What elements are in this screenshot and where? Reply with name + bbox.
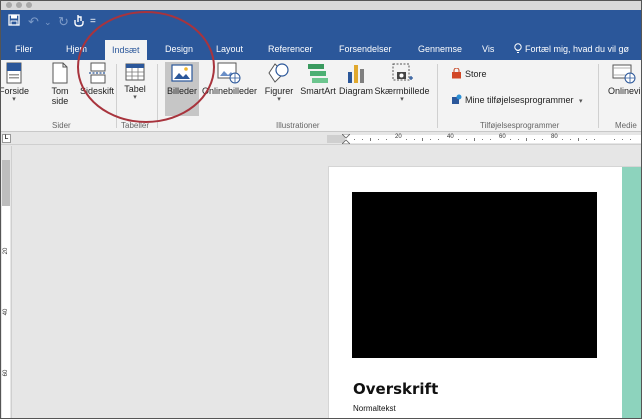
page-break-button[interactable]: Sideskift (80, 62, 114, 116)
screenshot-button[interactable]: Skærmbillede ▾ (373, 62, 431, 116)
online-video-button[interactable]: Onlinevi (608, 62, 642, 116)
customize-quick-access-icon[interactable]: = (90, 14, 96, 30)
chevron-down-icon: ▾ (579, 98, 583, 105)
pictures-label: Billeder (166, 86, 197, 96)
blank-page-button[interactable]: Tom side (48, 62, 72, 116)
picture-icon (171, 64, 193, 82)
tab-gennemse[interactable]: Gennemse (418, 38, 462, 60)
online-pictures-button[interactable]: Onlinebilleder (202, 62, 258, 116)
indent-marker-icon[interactable] (342, 134, 350, 144)
group-label-tables: Tabeller (121, 121, 150, 130)
page-body-text[interactable]: Normaltekst (353, 404, 396, 413)
document-page[interactable]: Overskrift Normaltekst (328, 166, 642, 419)
online-video-icon (612, 64, 636, 84)
ruler-number: 80 (551, 134, 558, 140)
table-label: Tabel (124, 84, 146, 94)
shapes-button[interactable]: Figurer ▾ (261, 62, 297, 116)
table-icon (125, 63, 145, 81)
blank-page-icon (52, 62, 68, 84)
tab-vis[interactable]: Vis (482, 38, 494, 60)
page-break-icon (89, 62, 106, 84)
minimize-window-icon[interactable] (16, 2, 22, 8)
ruler-number: 60 (3, 369, 9, 377)
group-separator (437, 64, 438, 128)
online-video-label: Onlinevi (608, 86, 641, 96)
tab-stop-selector[interactable]: L (2, 134, 11, 143)
ruler-number: 60 (499, 134, 506, 140)
save-icon[interactable] (8, 14, 20, 30)
blank-page-label-line2: side (51, 96, 69, 106)
ruler-number: 40 (447, 134, 454, 140)
chevron-down-icon: ▾ (133, 94, 137, 101)
touch-mode-icon[interactable] (74, 14, 84, 31)
online-picture-icon (217, 62, 241, 84)
chevron-down-icon: ▾ (400, 96, 404, 103)
store-button[interactable]: Store (451, 68, 487, 80)
my-addins-label: Mine tilføjelsesprogrammer (465, 95, 574, 105)
tab-referencer[interactable]: Referencer (268, 38, 313, 60)
pictures-button[interactable]: Billeder (165, 62, 199, 116)
ruler-number: 20 (395, 134, 402, 140)
chart-label: Diagram (339, 86, 374, 96)
ribbon-tabs: Filer Hjem Indsæt Design Layout Referenc… (0, 38, 642, 60)
ruler-number: 20 (3, 247, 9, 255)
group-separator (598, 64, 599, 128)
group-separator (157, 64, 158, 128)
page-heading[interactable]: Overskrift (353, 380, 438, 398)
group-label-illustrations: Illustrationer (276, 121, 320, 130)
screenshot-label: Skærmbillede (374, 86, 430, 96)
group-label-addins: Tilføjelsesprogrammer (480, 121, 560, 130)
title-bar: ↶ ⌄ ↻ = (0, 0, 642, 38)
close-window-icon[interactable] (6, 2, 12, 8)
store-icon (452, 68, 461, 79)
smartart-button[interactable]: SmartArt (298, 62, 338, 116)
horizontal-ruler: L 20 40 60 80 (0, 133, 642, 145)
tab-filer[interactable]: Filer (15, 38, 33, 60)
tab-hjem[interactable]: Hjem (66, 38, 87, 60)
chart-button[interactable]: Diagram (339, 62, 373, 116)
addins-icon (452, 94, 462, 104)
cover-page-icon (6, 62, 22, 84)
shapes-label: Figurer (264, 86, 294, 96)
tab-indsaet[interactable]: Indsæt (105, 40, 147, 60)
tab-layout[interactable]: Layout (216, 38, 243, 60)
tell-me-label: Fortæl mig, hvad du vil gø (525, 44, 630, 54)
ruler-ticks (354, 138, 631, 141)
placeholder-image[interactable] (352, 192, 597, 358)
lightbulb-icon (514, 43, 522, 53)
ribbon: Forside ▾ Tom side Sideskift Sider Tabel… (0, 60, 642, 132)
cover-page-label: Forside (0, 86, 29, 96)
tab-design[interactable]: Design (165, 38, 193, 60)
chart-icon (348, 65, 364, 83)
page-break-label: Sideskift (80, 86, 115, 96)
ruler-number: 40 (3, 308, 9, 316)
group-separator (116, 64, 117, 128)
blank-page-label-line1: Tom (51, 86, 69, 96)
undo-icon[interactable]: ↶ (28, 14, 39, 30)
redo-icon[interactable]: ↻ (58, 14, 69, 30)
zoom-window-icon[interactable] (26, 2, 32, 8)
smartart-icon (308, 64, 328, 83)
window-chrome (0, 0, 642, 10)
store-label: Store (465, 69, 487, 79)
shapes-icon (268, 63, 289, 83)
accent-bar (622, 167, 642, 419)
my-addins-button[interactable]: Mine tilføjelsesprogrammer ▾ (451, 94, 583, 108)
ruler-margin (2, 160, 10, 206)
tab-forsendelser[interactable]: Forsendelser (339, 38, 392, 60)
tell-me-search[interactable]: Fortæl mig, hvad du vil gø (514, 38, 629, 60)
online-pictures-label: Onlinebilleder (202, 86, 258, 96)
screenshot-icon (392, 63, 413, 81)
table-button[interactable]: Tabel ▾ (122, 62, 148, 116)
undo-dropdown-icon[interactable]: ⌄ (44, 14, 52, 30)
cover-page-button[interactable]: Forside ▾ (0, 62, 31, 116)
group-label-pages: Sider (52, 121, 71, 130)
group-label-media: Medie (615, 121, 637, 130)
chevron-down-icon: ▾ (12, 96, 16, 103)
smartart-label: SmartArt (300, 86, 336, 96)
chevron-down-icon: ▾ (277, 96, 281, 103)
document-canvas[interactable]: Overskrift Normaltekst (13, 146, 642, 419)
vertical-ruler: 20 40 60 (0, 146, 12, 419)
